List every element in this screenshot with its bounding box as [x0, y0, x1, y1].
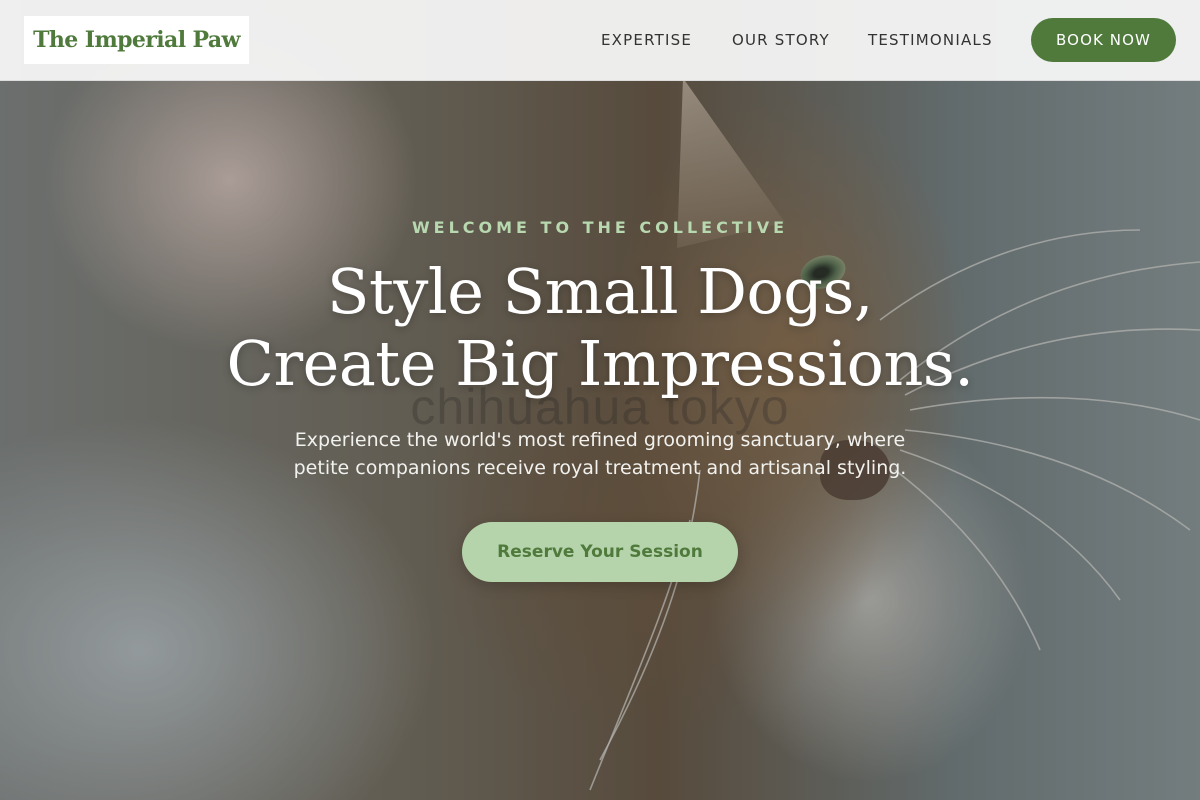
book-now-button[interactable]: BOOK NOW: [1031, 18, 1176, 62]
nav-link-expertise[interactable]: EXPERTISE: [601, 0, 692, 81]
nav-link-testimonials[interactable]: TESTIMONIALS: [868, 0, 993, 81]
site-header: The Imperial Paw EXPERTISE OUR STORY TES…: [0, 0, 1200, 81]
hero-description: Experience the world's most refined groo…: [0, 426, 1200, 482]
hero-headline-line: Create Big Impressions.: [226, 327, 974, 400]
hero-eyebrow: WELCOME TO THE COLLECTIVE: [411, 218, 788, 237]
brand-logo[interactable]: The Imperial Paw: [24, 16, 249, 64]
hero-dark-overlay: [0, 0, 1200, 800]
hero-description-line: Experience the world's most refined groo…: [294, 429, 906, 451]
hero-headline-line: Style Small Dogs,: [327, 255, 874, 328]
hero-description-line: petite companions receive royal treatmen…: [293, 457, 907, 479]
hero-headline: Style Small Dogs, Create Big Impressions…: [0, 256, 1200, 400]
hero-background-image: [0, 0, 1200, 800]
nav-link-our-story[interactable]: OUR STORY: [732, 0, 830, 81]
reserve-session-button[interactable]: Reserve Your Session: [462, 522, 738, 582]
landing-page: chihuahua tokyo The Imperial Paw EXPERTI…: [0, 0, 1200, 800]
